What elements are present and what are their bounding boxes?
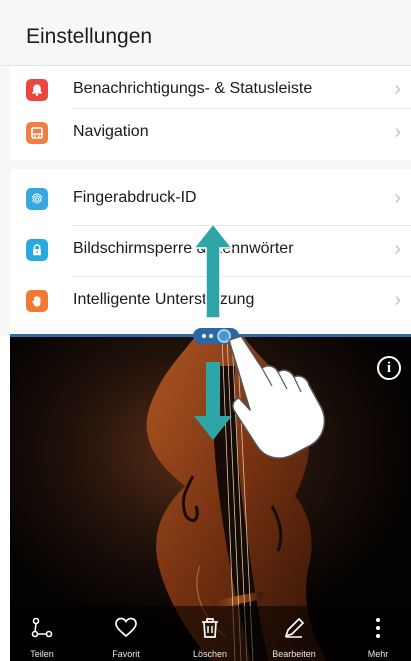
edit-button[interactable]: Bearbeiten bbox=[262, 612, 326, 661]
chevron-right-icon: › bbox=[394, 78, 401, 100]
toolbar-label: Favorit bbox=[112, 649, 140, 659]
heart-icon bbox=[115, 617, 137, 638]
settings-item-screen-lock[interactable]: Bildschirmsperre & Kennwörter › bbox=[10, 225, 411, 277]
gallery-toolbar: Teilen Favorit Löschen Bearbeiten Mehr bbox=[10, 612, 411, 661]
share-button[interactable]: Teilen bbox=[10, 612, 74, 661]
page-title: Einstellungen bbox=[26, 25, 153, 48]
toolbar-label: Teilen bbox=[30, 649, 54, 659]
toolbar-label: Mehr bbox=[367, 649, 389, 659]
trash-icon bbox=[202, 618, 218, 638]
more-icon bbox=[376, 618, 380, 638]
settings-item-label: Intelligente Unterstützung bbox=[73, 291, 255, 308]
info-icon[interactable]: i bbox=[377, 356, 401, 380]
lock-icon bbox=[26, 239, 48, 261]
touch-point-icon bbox=[217, 329, 231, 343]
navigation-icon bbox=[26, 122, 48, 144]
chevron-right-icon: › bbox=[394, 238, 401, 260]
settings-item-fingerprint[interactable]: Fingerabdruck-ID › bbox=[10, 174, 411, 226]
toolbar-label: Bearbeiten bbox=[272, 649, 316, 659]
toolbar-label: Löschen bbox=[192, 649, 228, 659]
edit-icon bbox=[284, 617, 305, 638]
handle-dot bbox=[209, 334, 213, 338]
fingerprint-icon bbox=[26, 188, 48, 210]
handle-dot bbox=[202, 334, 206, 338]
share-icon bbox=[31, 617, 53, 638]
settings-header: Einstellungen bbox=[0, 0, 411, 66]
settings-item-label: Navigation bbox=[73, 123, 149, 140]
delete-button[interactable]: Löschen bbox=[178, 612, 242, 661]
chevron-right-icon: › bbox=[394, 187, 401, 209]
split-screen-handle[interactable] bbox=[193, 328, 239, 344]
settings-item-label: Benachrichtigungs- & Statusleiste bbox=[73, 80, 313, 97]
settings-item-label: Fingerabdruck-ID bbox=[73, 189, 197, 206]
more-button[interactable]: Mehr bbox=[346, 612, 410, 661]
settings-panel: Einstellungen Benachrichtigungs- & Statu… bbox=[0, 0, 411, 336]
bell-icon bbox=[26, 79, 48, 101]
settings-item-navigation[interactable]: Navigation › bbox=[10, 108, 411, 160]
favorite-button[interactable]: Favorit bbox=[94, 612, 158, 661]
settings-group-security: Fingerabdruck-ID › Bildschirmsperre & Ke… bbox=[10, 169, 411, 330]
settings-item-label: Bildschirmsperre & Kennwörter bbox=[73, 240, 294, 257]
chevron-right-icon: › bbox=[394, 121, 401, 143]
settings-group-notifications: Benachrichtigungs- & Statusleiste › Navi… bbox=[10, 66, 411, 160]
hand-icon bbox=[26, 290, 48, 312]
chevron-right-icon: › bbox=[394, 289, 401, 311]
settings-item-smart-assistance[interactable]: Intelligente Unterstützung › bbox=[10, 276, 411, 328]
